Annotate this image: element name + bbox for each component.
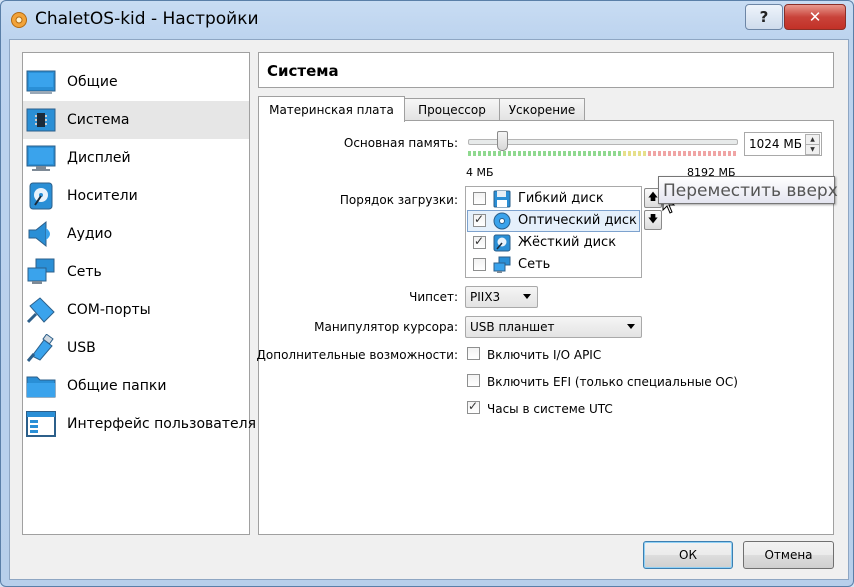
- boot-item-label: Сеть: [518, 257, 551, 272]
- boot-item-checkbox[interactable]: [473, 258, 486, 271]
- utc-clock-label[interactable]: Часы в системе UTC: [487, 402, 613, 416]
- memory-slider-scale: [468, 151, 736, 156]
- memory-spinbox[interactable]: 1024 МБ ▲ ▼: [744, 132, 822, 156]
- boot-item-floppy[interactable]: Гибкий диск: [467, 188, 640, 210]
- efi-checkbox[interactable]: [467, 374, 480, 387]
- page-title: Система: [267, 62, 339, 80]
- boot-item-label: Оптический диск: [518, 213, 637, 228]
- sidebar-item-label: Общие папки: [67, 378, 167, 394]
- boot-item-network[interactable]: Сеть: [467, 254, 640, 276]
- storage-icon: [29, 182, 53, 210]
- help-button[interactable]: ?: [745, 4, 783, 30]
- system-icon: [26, 108, 56, 132]
- tab-acceleration[interactable]: Ускорение: [499, 98, 585, 121]
- sidebar-item-network[interactable]: Сеть: [23, 253, 249, 291]
- efi-label[interactable]: Включить EFI (только специальные ОС): [487, 375, 738, 389]
- utc-clock-checkbox[interactable]: [467, 399, 480, 414]
- memory-slider-thumb[interactable]: [497, 131, 508, 151]
- sidebar-item-label: Интерфейс пользователя: [67, 416, 257, 432]
- pointer-value: USB планшет: [470, 320, 555, 334]
- settings-window: ChaletOS-kid - Настройки ? ✕ Общие Систе…: [0, 0, 854, 587]
- pointer-select[interactable]: USB планшет: [465, 316, 642, 338]
- sidebar-item-label: Сеть: [67, 264, 102, 280]
- sidebar-item-usb[interactable]: USB: [23, 329, 249, 367]
- sidebar-item-system[interactable]: Система: [23, 101, 249, 139]
- boot-item-optical[interactable]: Оптический диск: [467, 210, 640, 232]
- tab-processor[interactable]: Процессор: [403, 98, 501, 121]
- sidebar-item-label: Система: [67, 112, 130, 128]
- sidebar-item-label: Носители: [67, 188, 138, 204]
- pointer-label: Манипулятор курсора:: [314, 320, 458, 334]
- dialog-body: Общие Система Дисплей Носители Аудио Сет…: [9, 39, 849, 580]
- boot-order-list: Гибкий диск Оптический диск Жёсткий диск…: [465, 186, 642, 278]
- sidebar-item-label: COM-порты: [67, 302, 151, 318]
- network-icon: [27, 258, 55, 284]
- app-gear-icon: [11, 12, 27, 28]
- move-down-button[interactable]: 🡇: [644, 210, 662, 230]
- chipset-label: Чипсет:: [409, 290, 458, 304]
- memory-label: Основная память:: [343, 136, 458, 150]
- floppy-icon: [493, 190, 511, 208]
- usb-icon: [26, 334, 54, 362]
- sidebar-item-storage[interactable]: Носители: [23, 177, 249, 215]
- tooltip-text: Переместить вверх: [663, 181, 838, 201]
- hard-disk-icon: [493, 234, 511, 252]
- io-apic-label[interactable]: Включить I/O APIC: [487, 348, 601, 362]
- boot-item-checkbox[interactable]: [473, 234, 486, 249]
- chevron-down-icon: [523, 294, 531, 299]
- io-apic-checkbox[interactable]: [467, 347, 480, 360]
- sidebar-item-shared-folders[interactable]: Общие папки: [23, 367, 249, 405]
- optical-disc-icon: [493, 212, 511, 230]
- spin-down-icon[interactable]: ▼: [805, 144, 820, 155]
- boot-item-checkbox[interactable]: [473, 192, 486, 205]
- serial-ports-icon: [26, 297, 55, 324]
- move-up-tooltip: Переместить вверх: [658, 176, 838, 204]
- sidebar-item-label: Дисплей: [67, 150, 131, 166]
- user-interface-icon: [26, 411, 56, 437]
- sidebar-item-label: USB: [67, 340, 96, 356]
- memory-value: 1024 МБ: [749, 137, 802, 151]
- settings-category-list: Общие Система Дисплей Носители Аудио Сет…: [22, 52, 256, 535]
- ok-button[interactable]: ОК: [643, 541, 733, 569]
- tab-motherboard[interactable]: Материнская плата: [258, 96, 405, 122]
- audio-icon: [28, 220, 50, 248]
- sidebar-item-general[interactable]: Общие: [23, 63, 249, 101]
- boot-item-label: Гибкий диск: [518, 191, 604, 206]
- shared-folders-icon: [26, 376, 56, 398]
- chipset-select[interactable]: PIIX3: [465, 286, 538, 308]
- boot-item-label: Жёсткий диск: [518, 235, 617, 250]
- sidebar-item-audio[interactable]: Аудио: [23, 215, 249, 253]
- cancel-button[interactable]: Отмена: [743, 541, 834, 569]
- sidebar-item-label: Аудио: [67, 226, 113, 242]
- chevron-down-icon: [627, 324, 635, 329]
- memory-slider-track[interactable]: [468, 139, 738, 145]
- close-button[interactable]: ✕: [784, 4, 846, 30]
- window-title: ChaletOS-kid - Настройки: [35, 9, 259, 29]
- boot-order-label: Порядок загрузки:: [339, 193, 458, 207]
- sidebar-item-serial-ports[interactable]: COM-порты: [23, 291, 249, 329]
- general-icon: [26, 70, 56, 94]
- page-header: Система: [258, 52, 834, 88]
- memory-min-label: 4 МБ: [466, 166, 494, 179]
- sidebar-item-label: Общие: [67, 74, 118, 90]
- sidebar-item-display[interactable]: Дисплей: [23, 139, 249, 177]
- network-icon: [493, 256, 511, 273]
- display-icon: [26, 145, 56, 171]
- sidebar-item-user-interface[interactable]: Интерфейс пользователя: [23, 405, 256, 443]
- chipset-value: PIIX3: [470, 290, 501, 304]
- boot-item-checkbox[interactable]: [473, 212, 486, 227]
- extended-features-label: Дополнительные возможности:: [256, 348, 458, 362]
- title-bar[interactable]: ChaletOS-kid - Настройки ? ✕: [1, 1, 853, 39]
- boot-item-hard-disk[interactable]: Жёсткий диск: [467, 232, 640, 254]
